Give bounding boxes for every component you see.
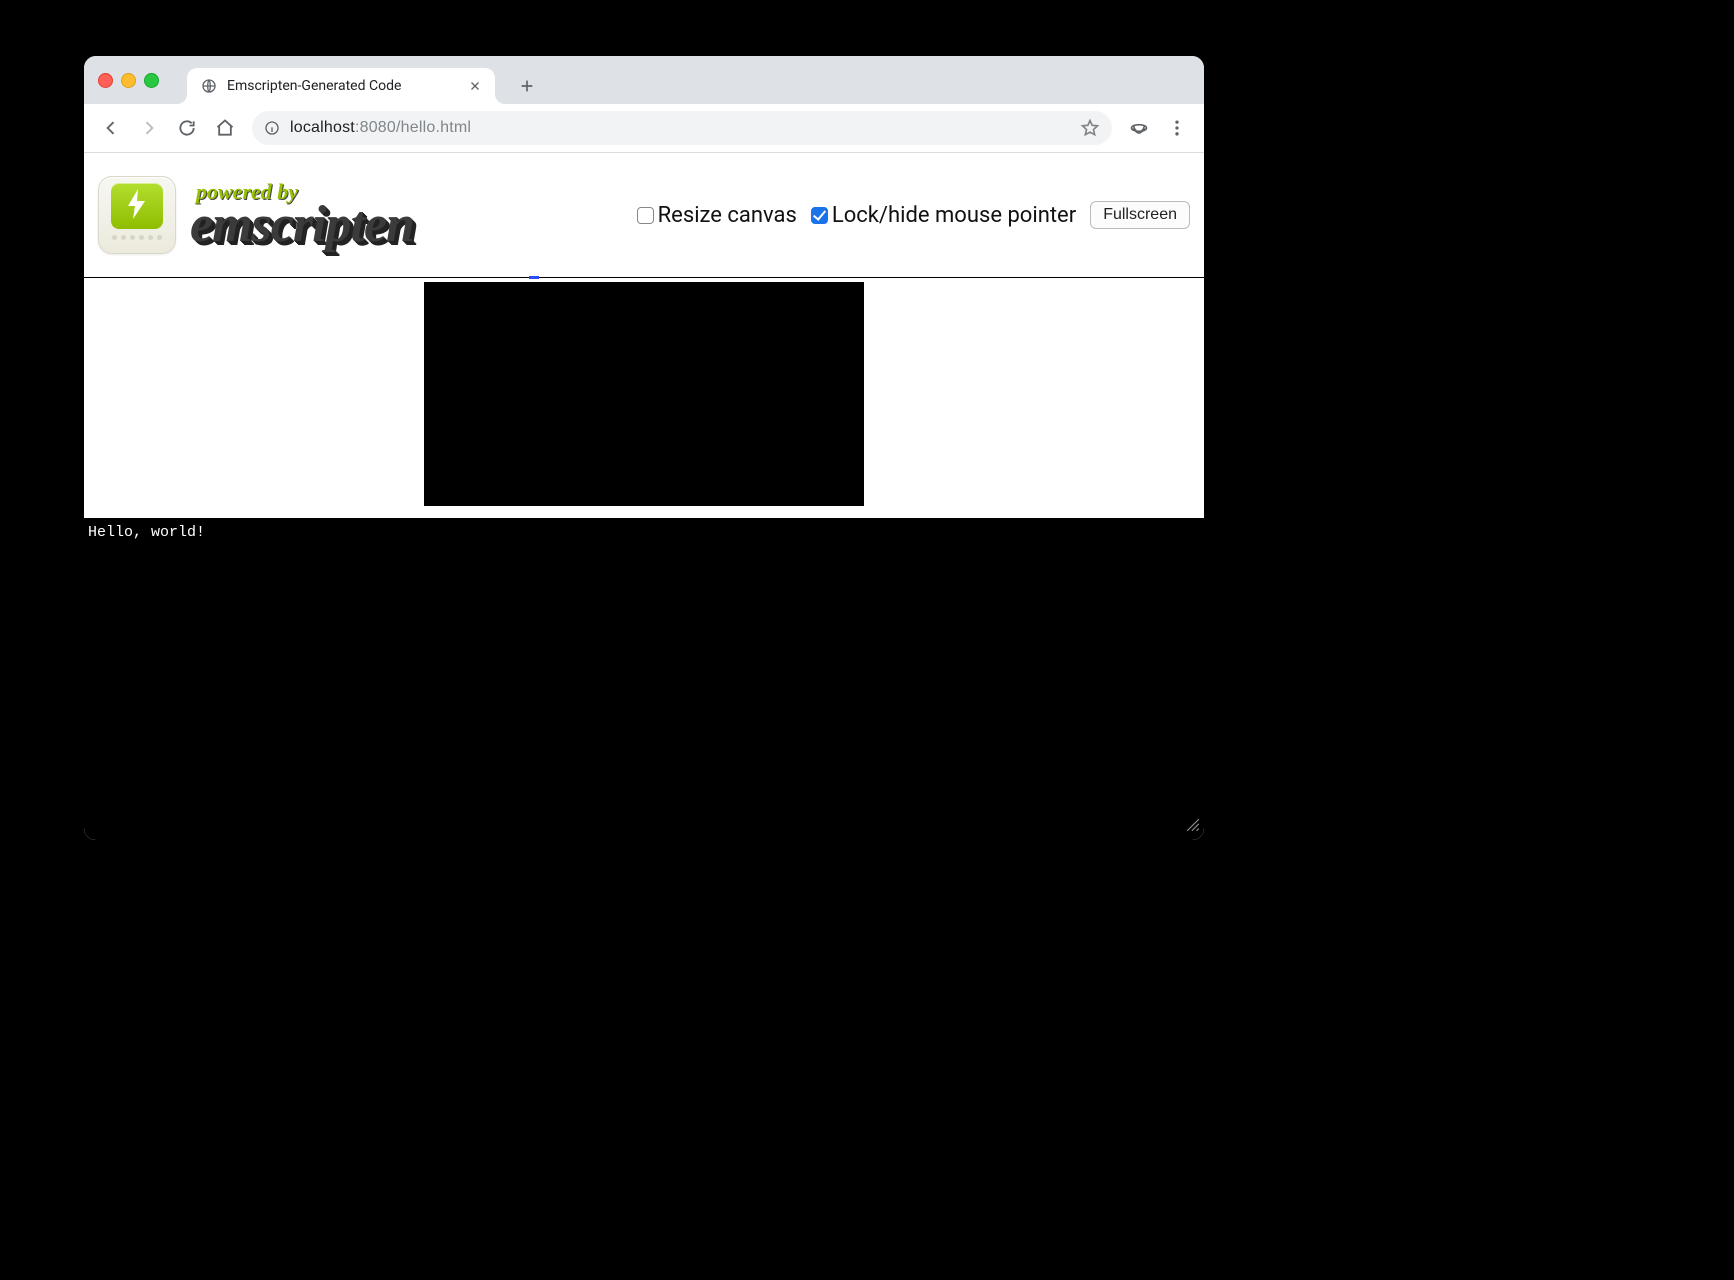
page-content: powered by emscripten Resize canvas Lock… (84, 153, 1204, 840)
lock-pointer-checkbox[interactable] (811, 207, 828, 224)
tab-title: Emscripten-Generated Code (227, 78, 451, 94)
brand-name: emscripten (190, 202, 414, 249)
progress-row (84, 278, 1204, 282)
browser-toolbar: localhost:8080/hello.html (84, 104, 1204, 153)
tab-strip: Emscripten-Generated Code (84, 56, 1204, 104)
lock-pointer-control[interactable]: Lock/hide mouse pointer (811, 203, 1076, 228)
window-zoom-button[interactable] (144, 73, 159, 88)
resize-canvas-label: Resize canvas (658, 203, 797, 228)
canvas-right-gutter (864, 282, 1204, 506)
emscripten-wordmark: powered by emscripten (190, 182, 414, 249)
console-output[interactable] (84, 518, 1204, 840)
reload-button[interactable] (170, 111, 204, 145)
emscripten-canvas[interactable] (424, 282, 864, 506)
bookmark-star-icon[interactable] (1080, 118, 1100, 138)
url-port: :8080 (355, 119, 396, 136)
url-path: /hello.html (396, 119, 471, 136)
resize-handle-icon[interactable] (1186, 817, 1200, 836)
url-host: localhost (290, 119, 355, 136)
separator (84, 506, 1204, 518)
spinner-icon (529, 276, 539, 279)
address-bar[interactable]: localhost:8080/hello.html (252, 111, 1112, 145)
new-tab-button[interactable] (513, 72, 541, 100)
resize-canvas-checkbox[interactable] (637, 207, 654, 224)
browser-tab-active[interactable]: Emscripten-Generated Code (187, 68, 495, 104)
window-minimize-button[interactable] (121, 73, 136, 88)
site-info-icon[interactable] (264, 120, 280, 136)
screenshot-stage: Emscripten-Generated Code (0, 0, 1734, 1280)
home-button[interactable] (208, 111, 242, 145)
canvas-left-gutter (84, 282, 424, 506)
forward-button[interactable] (132, 111, 166, 145)
browser-window: Emscripten-Generated Code (84, 56, 1204, 840)
window-controls (98, 56, 187, 104)
emscripten-logo (98, 176, 176, 254)
extension-icon[interactable] (1122, 111, 1156, 145)
emscripten-header: powered by emscripten Resize canvas Lock… (84, 153, 1204, 278)
resize-canvas-control[interactable]: Resize canvas (637, 203, 797, 228)
browser-menu-button[interactable] (1160, 111, 1194, 145)
canvas-controls: Resize canvas Lock/hide mouse pointer Fu… (637, 201, 1190, 229)
url-text: localhost:8080/hello.html (290, 119, 1070, 137)
lock-pointer-label: Lock/hide mouse pointer (832, 203, 1076, 228)
canvas-row (84, 282, 1204, 506)
output-wrap (84, 518, 1204, 840)
window-close-button[interactable] (98, 73, 113, 88)
fullscreen-button[interactable]: Fullscreen (1090, 201, 1190, 229)
bolt-icon (125, 189, 149, 223)
back-button[interactable] (94, 111, 128, 145)
globe-icon (201, 78, 217, 94)
close-tab-button[interactable] (469, 80, 481, 92)
